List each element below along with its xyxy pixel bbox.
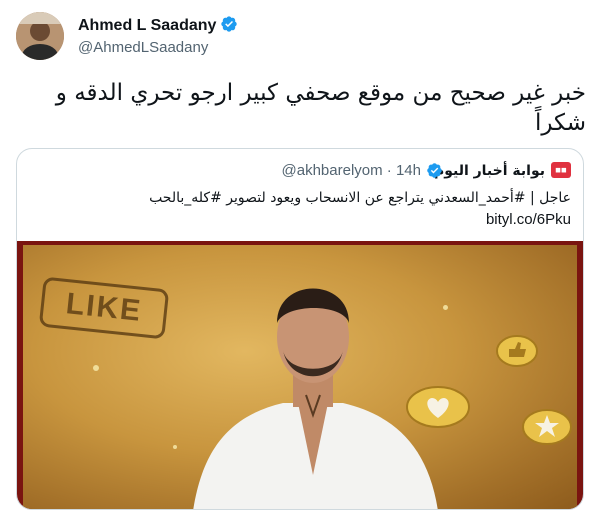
author-block[interactable]: Ahmed L Saadany @AhmedLSaadany bbox=[78, 15, 238, 58]
akhbar-elyom-logo-icon: ◼◼ bbox=[551, 162, 571, 178]
author-display-name[interactable]: Ahmed L Saadany bbox=[78, 17, 216, 34]
avatar[interactable] bbox=[16, 12, 64, 60]
quoted-tweet-link[interactable]: bityl.co/6Pku bbox=[486, 209, 571, 231]
avatar-photo bbox=[16, 12, 64, 60]
meta-separator: · bbox=[386, 162, 392, 179]
quoted-tweet-header: ◼◼ بوابة أخبار اليوم @akhbarelyom · 14h bbox=[17, 160, 571, 182]
tweet-text: خبر غير صحيح من موقع صحفي كبير ارجو تحري… bbox=[55, 80, 586, 136]
quoted-tweet[interactable]: ◼◼ بوابة أخبار اليوم @akhbarelyom · 14h … bbox=[16, 148, 584, 510]
like-sign-text: LIKE bbox=[38, 276, 170, 340]
quoted-author-name[interactable]: بوابة أخبار اليوم bbox=[434, 160, 545, 182]
quoted-tweet-media[interactable]: LIKE bbox=[17, 241, 583, 509]
sparkle bbox=[93, 365, 99, 371]
person-illustration bbox=[193, 288, 438, 509]
quoted-meta: @akhbarelyom · 14h bbox=[282, 160, 421, 182]
quoted-author-handle[interactable]: @akhbarelyom bbox=[282, 162, 383, 179]
quoted-timestamp[interactable]: 14h bbox=[396, 162, 421, 179]
star-bubble-icon bbox=[522, 409, 572, 445]
author-name-row: Ahmed L Saadany bbox=[78, 15, 238, 36]
author-handle[interactable]: @AhmedLSaadany bbox=[78, 38, 238, 58]
verified-badge-icon bbox=[221, 16, 238, 32]
tweet: Ahmed L Saadany @AhmedLSaadany خبر غير ص… bbox=[0, 0, 600, 510]
thumbs-up-bubble-icon bbox=[496, 335, 538, 367]
media-image: LIKE bbox=[23, 245, 577, 509]
heart-bubble-icon bbox=[406, 386, 470, 428]
quoted-verified-badge-icon bbox=[427, 163, 442, 178]
quoted-tweet-text: عاجل | #أحمد_السعدني يتراجع عن الانسحاب … bbox=[149, 190, 571, 206]
